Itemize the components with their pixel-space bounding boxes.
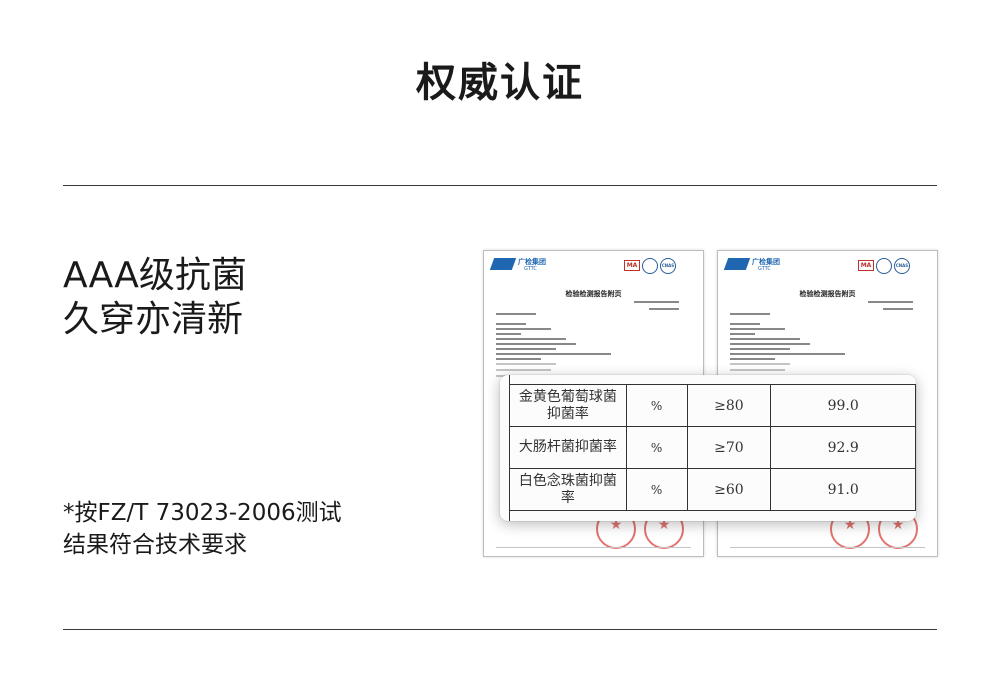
report-footer-line (730, 547, 925, 548)
cnas-mark-icon: CNAS (894, 258, 910, 274)
table-row: 金黄色葡萄球菌抑菌率 % ≥80 99.0 (509, 384, 916, 427)
report-title: 检验检测报告附页 (565, 290, 622, 298)
ilac-mark-icon (642, 258, 658, 274)
report-text-line (730, 343, 810, 345)
report-footer-line (496, 547, 691, 548)
report-title: 检验检测报告附页 (799, 290, 856, 298)
report-number-line (634, 301, 679, 303)
report-page-line (649, 308, 679, 310)
requirement-cell: ≥60 (686, 468, 772, 511)
report-text-line (730, 333, 755, 335)
ilac-mark-icon (876, 258, 892, 274)
report-text-line (730, 328, 785, 330)
result-cell: 92.9 (770, 426, 916, 469)
gttc-logo-icon (723, 258, 751, 270)
report-text-line (496, 328, 551, 330)
table-row: 大肠杆菌抑菌率 % ≥70 92.9 (509, 426, 916, 469)
bottom-divider (63, 629, 937, 630)
report-text-line (496, 353, 611, 355)
test-item-cell: 大肠杆菌抑菌率 (509, 426, 627, 469)
report-text-line (730, 348, 790, 350)
report-page-line (883, 308, 913, 310)
report-text-line (496, 313, 536, 315)
report-text-line (496, 338, 566, 340)
ma-mark-icon: MA (624, 260, 640, 271)
result-cell: 91.0 (770, 468, 916, 511)
top-divider (63, 185, 937, 186)
report-text-line (496, 348, 556, 350)
unit-cell: % (625, 426, 688, 469)
requirement-cell: ≥70 (686, 426, 772, 469)
test-item-cell: 白色念珠菌抑菌率 (509, 468, 627, 511)
report-logo-sub: GTTC (758, 266, 771, 272)
cnas-mark-icon: CNAS (660, 258, 676, 274)
note-line-1: *按FZ/T 73023-2006测试 (63, 500, 342, 526)
headline: AAA级抗菌 久穿亦清新 (63, 254, 247, 342)
page-title: 权威认证 (416, 60, 584, 106)
report-number-line (868, 301, 913, 303)
report-text-line (730, 369, 785, 371)
unit-cell: % (625, 468, 688, 511)
ma-mark-icon: MA (858, 260, 874, 271)
unit-cell: % (625, 384, 688, 427)
report-text-line (496, 323, 526, 325)
report-logo-sub: GTTC (524, 266, 537, 272)
note-line-2: 结果符合技术要求 (63, 532, 247, 558)
magnified-results-table: 金黄色葡萄球菌抑菌率 % ≥80 99.0 大肠杆菌抑菌率 % ≥70 92.9… (500, 375, 916, 521)
test-standard-note: *按FZ/T 73023-2006测试 结果符合技术要求 (63, 497, 342, 561)
report-text-line (496, 369, 551, 371)
table-row: 白色念珠菌抑菌率 % ≥60 91.0 (509, 468, 916, 511)
report-text-line (496, 333, 521, 335)
report-text-line (730, 338, 800, 340)
report-text-line (730, 353, 845, 355)
gttc-logo-icon (489, 258, 517, 270)
report-text-line (730, 313, 770, 315)
report-text-line (496, 358, 541, 360)
requirement-cell: ≥80 (686, 384, 772, 427)
report-text-line (730, 358, 775, 360)
antibacterial-results-table: 金黄色葡萄球菌抑菌率 % ≥80 99.0 大肠杆菌抑菌率 % ≥70 92.9… (509, 384, 916, 511)
headline-line-1: AAA级抗菌 (63, 255, 247, 296)
report-text-line (496, 363, 556, 365)
report-text-line (496, 343, 576, 345)
report-text-line (730, 323, 760, 325)
headline-line-2: 久穿亦清新 (63, 299, 244, 340)
test-item-cell: 金黄色葡萄球菌抑菌率 (509, 384, 627, 427)
result-cell: 99.0 (770, 384, 916, 427)
report-text-line (730, 363, 790, 365)
